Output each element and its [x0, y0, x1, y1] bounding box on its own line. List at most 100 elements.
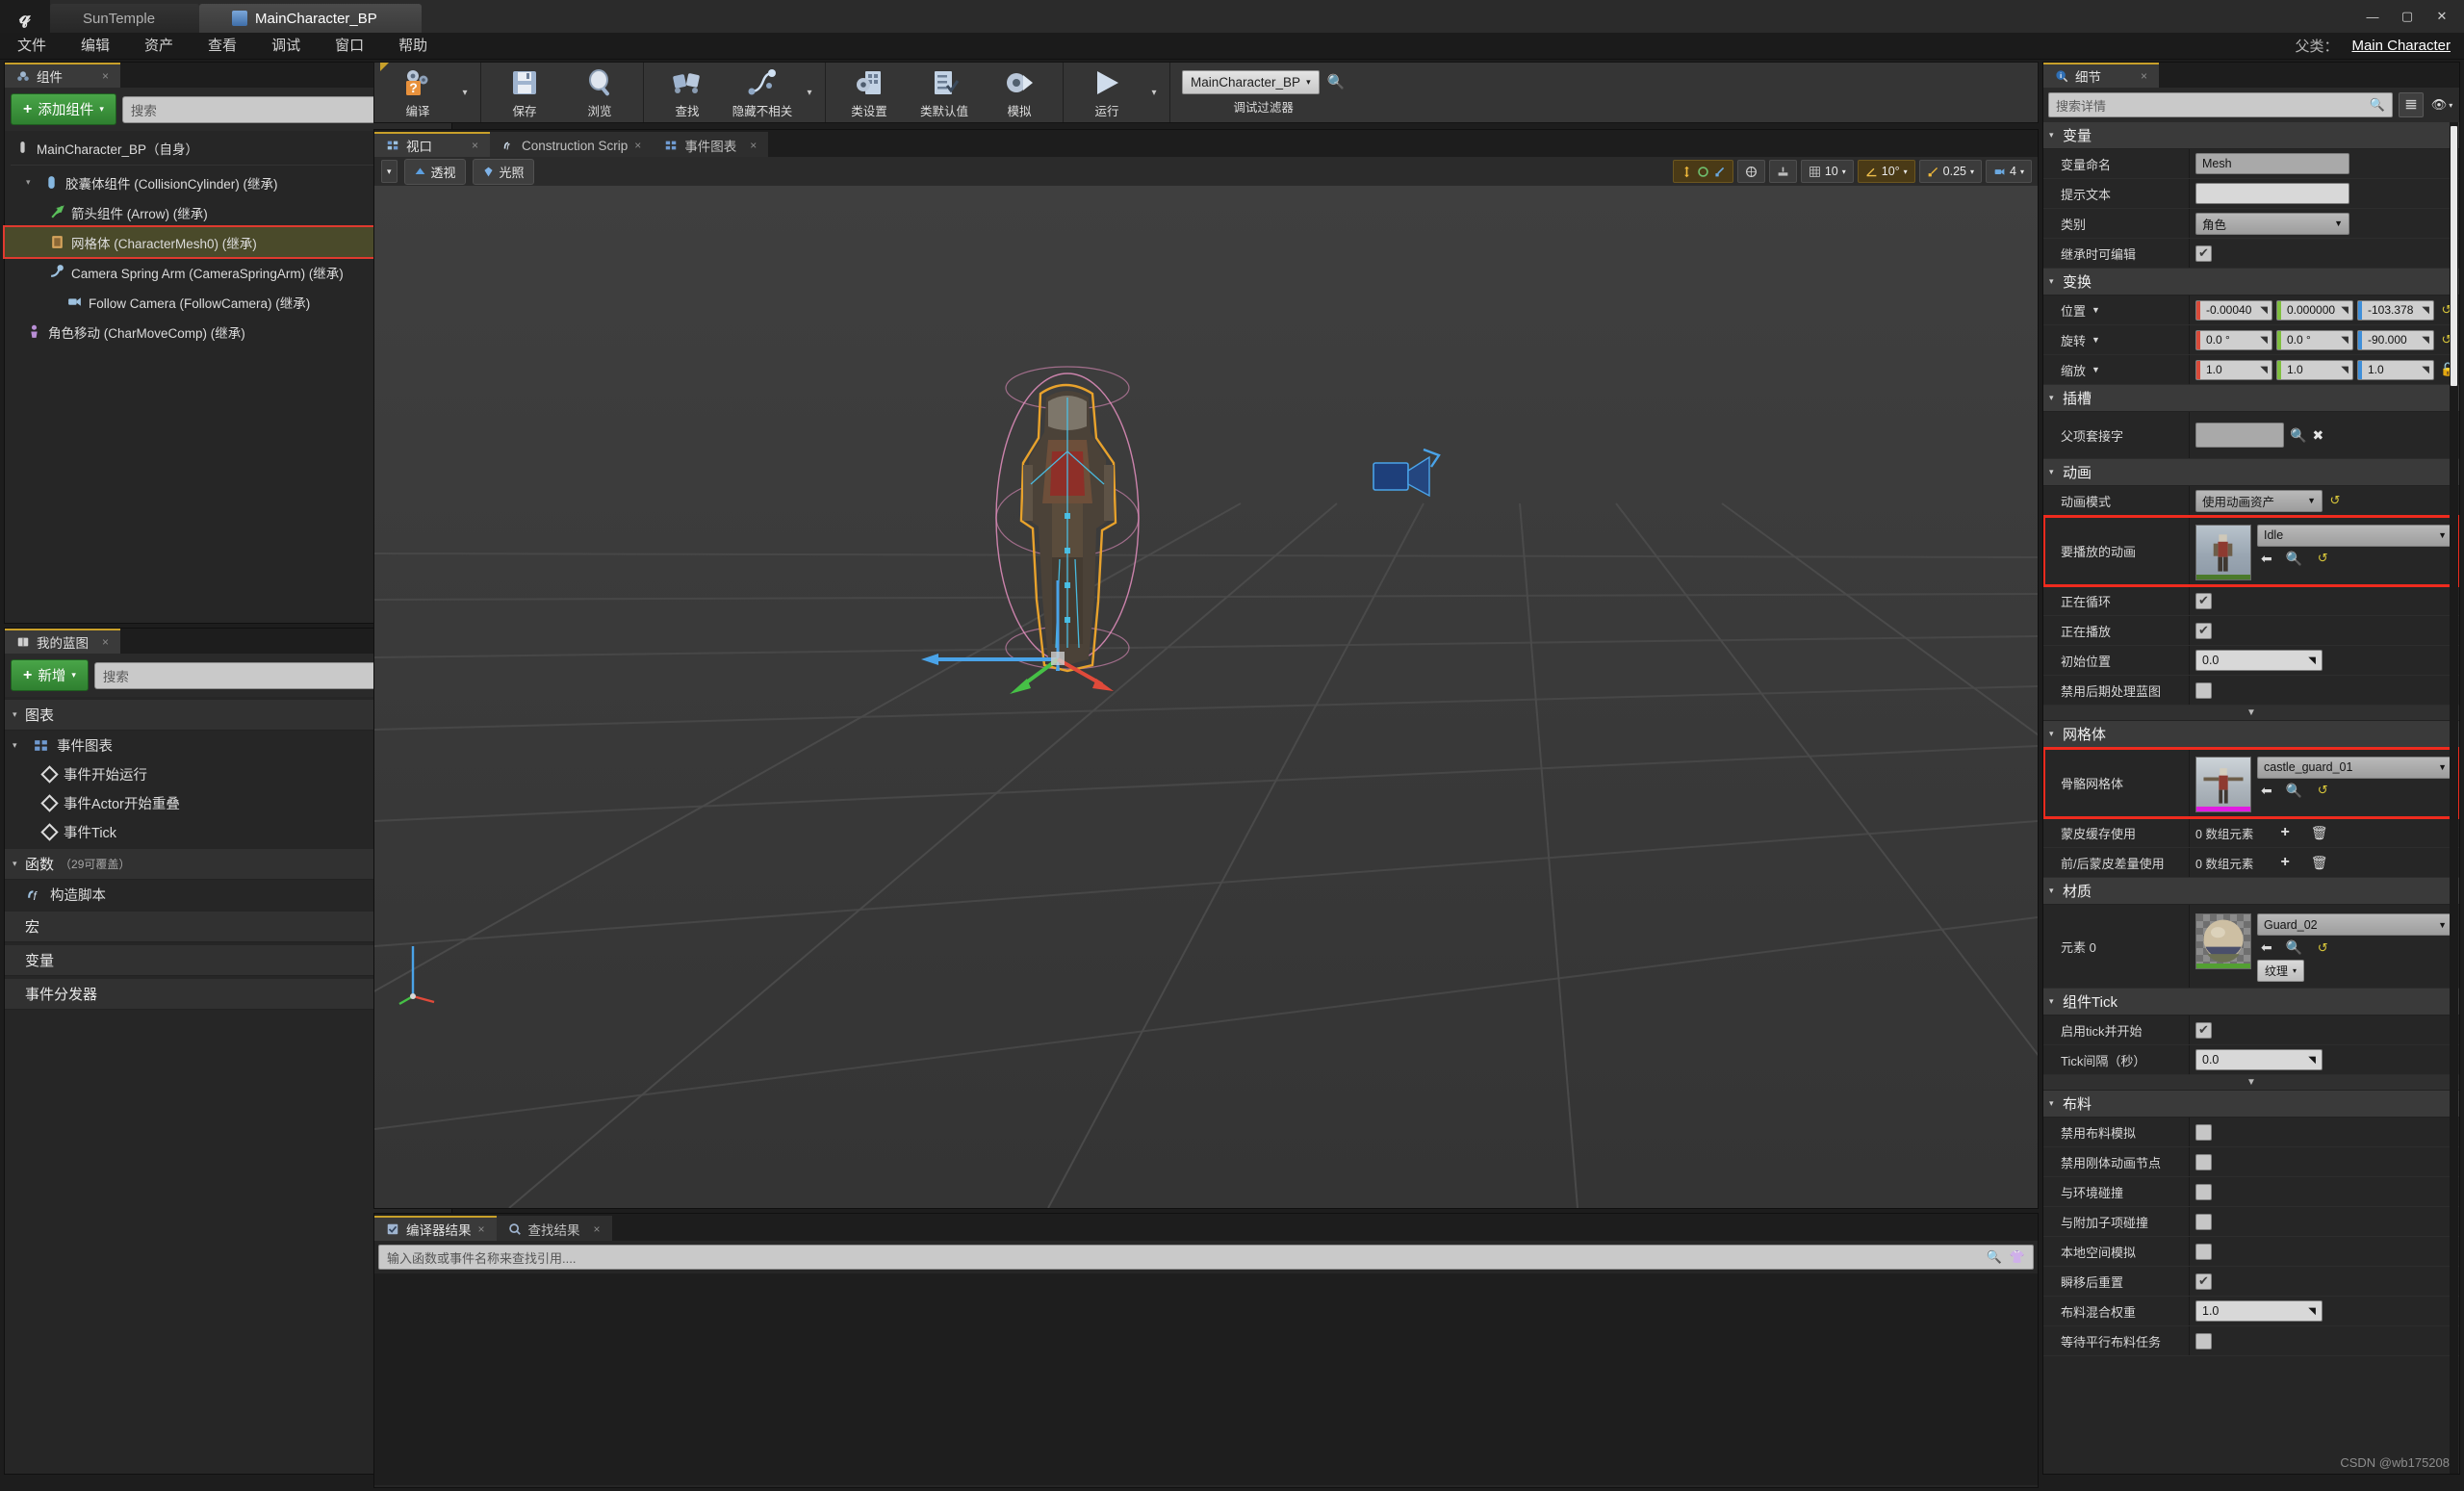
hide-unrelated-caret[interactable]: ▾ [800, 63, 819, 122]
rotation-snap-control[interactable]: 10° ▾ [1858, 160, 1915, 183]
category-mesh[interactable]: ▾ 网格体 [2043, 721, 2459, 748]
scale-snap-control[interactable]: 0.25 ▾ [1919, 160, 1982, 183]
tab-event-graph[interactable]: 事件图表 × [653, 132, 768, 157]
browse-button[interactable]: 浏览 [562, 63, 637, 122]
class-defaults-button[interactable]: 类默认值 [907, 63, 982, 122]
material-combo[interactable]: Guard_02 ▼ [2257, 913, 2453, 936]
twisty-icon[interactable]: ▾ [13, 709, 25, 720]
reset-icon[interactable]: ↺ [2316, 551, 2329, 566]
category-component-tick[interactable]: ▾ 组件Tick [2043, 989, 2459, 1015]
tab-find-results[interactable]: 查找结果 × [497, 1216, 612, 1241]
close-icon[interactable]: × [102, 69, 109, 83]
category-socket[interactable]: ▾ 插槽 [2043, 385, 2459, 412]
mesh-thumbnail[interactable] [2195, 757, 2251, 812]
parent-class-link[interactable]: Main Character [2351, 38, 2451, 54]
chevron-down-icon[interactable]: ▼ [2092, 335, 2100, 345]
maximize-icon[interactable]: ▢ [2395, 6, 2420, 27]
play-button[interactable]: 运行 [1069, 63, 1144, 122]
start-with-tick-checkbox[interactable]: ✔ [2195, 1022, 2212, 1039]
category-combo[interactable]: 角色 ▼ [2195, 213, 2349, 235]
animation-expander[interactable]: ▼ [2043, 706, 2459, 721]
browse-asset-icon[interactable]: 🔍 [2286, 783, 2302, 799]
material-thumbnail[interactable] [2195, 913, 2251, 969]
tab-my-blueprint[interactable]: 我的蓝图 × [5, 629, 120, 654]
close-icon[interactable]: × [750, 139, 757, 152]
add-array-element-icon[interactable]: + [2280, 824, 2289, 841]
transform-gizmo[interactable] [913, 542, 1164, 696]
add-new-button[interactable]: + 新增 ▾ [11, 659, 89, 691]
add-array-element-icon[interactable]: + [2280, 854, 2289, 871]
wait-parallel-cloth-checkbox[interactable]: ✔ [2195, 1333, 2212, 1350]
transform-tools-control[interactable] [1673, 160, 1733, 183]
tab-compiler-results[interactable]: 编译器结果 × [374, 1216, 497, 1241]
viewport-options-menu[interactable]: ▾ [381, 160, 398, 183]
details-search-input[interactable]: 搜索详情 🔍 [2048, 92, 2393, 117]
reset-after-teleport-checkbox[interactable]: ✔ [2195, 1273, 2212, 1290]
add-component-button[interactable]: + 添加组件 ▾ [11, 93, 116, 125]
twisty-icon[interactable]: ▾ [2049, 276, 2063, 287]
variable-name-input[interactable]: Mesh [2195, 153, 2349, 174]
search-icon[interactable]: 🔍 [1987, 1249, 2002, 1265]
use-selected-icon[interactable]: ⬅ [2261, 939, 2272, 956]
component-tick-expander[interactable]: ▼ [2043, 1075, 2459, 1091]
grid-view-icon[interactable] [2399, 92, 2424, 117]
tab-construction-script[interactable]: f Construction Scrip × [490, 132, 653, 157]
view-mode-lit[interactable]: 光照 [473, 159, 534, 185]
grid-snap-control[interactable]: 10 ▾ [1801, 160, 1854, 183]
menu-debug[interactable]: 调试 [254, 33, 318, 60]
close-icon[interactable]: ✕ [2429, 6, 2454, 27]
tab-viewport[interactable]: 视口 × [374, 132, 490, 157]
twisty-icon[interactable]: ▾ [2049, 467, 2063, 477]
menu-edit[interactable]: 编辑 [64, 33, 127, 60]
find-reference-input[interactable]: 输入函数或事件名称来查找引用.... 🔍 👚 [378, 1245, 2034, 1270]
binoculars-icon[interactable]: 👚 [2010, 1249, 2025, 1265]
use-selected-icon[interactable]: ⬅ [2261, 551, 2272, 567]
debug-filter-search-icon[interactable]: 🔍 [1327, 73, 1346, 90]
socket-clear-icon[interactable]: ✖ [2312, 427, 2323, 444]
menu-file[interactable]: 文件 [0, 33, 64, 60]
rotation-x-input[interactable]: 0.0 °◥ [2195, 330, 2272, 350]
category-materials[interactable]: ▾ 材质 [2043, 878, 2459, 905]
scale-z-input[interactable]: 1.0◥ [2357, 360, 2434, 380]
reset-icon[interactable]: ↺ [2316, 940, 2329, 956]
rotation-y-input[interactable]: 0.0 °◥ [2276, 330, 2353, 350]
minimize-icon[interactable]: — [2360, 6, 2385, 27]
close-icon[interactable]: × [594, 1222, 601, 1236]
anim-asset-combo[interactable]: Idle ▼ [2257, 525, 2453, 547]
use-selected-icon[interactable]: ⬅ [2261, 783, 2272, 799]
initial-position-input[interactable]: 0.0◥ [2195, 650, 2323, 671]
hide-unrelated-button[interactable]: 隐藏不相关 [725, 63, 800, 122]
delete-array-icon[interactable]: 🗑 [2311, 855, 2328, 871]
scene-camera-widget[interactable] [1366, 446, 1452, 513]
socket-search-icon[interactable]: 🔍 [2290, 427, 2306, 444]
twisty-icon[interactable]: ▾ [2049, 393, 2063, 403]
details-scrollbar[interactable] [2450, 122, 2458, 1474]
cloth-blend-weight-input[interactable]: 1.0◥ [2195, 1300, 2323, 1322]
menu-window[interactable]: 窗口 [318, 33, 381, 60]
twisty-icon[interactable]: ▾ [13, 740, 25, 751]
category-cloth[interactable]: ▾ 布料 [2043, 1091, 2459, 1118]
tooltip-text-input[interactable] [2195, 183, 2349, 204]
editable-on-instance-checkbox[interactable]: ✔ [2195, 245, 2212, 262]
twisty-icon[interactable]: ▾ [2049, 886, 2063, 896]
twisty-icon[interactable]: ▾ [2049, 729, 2063, 739]
reset-icon[interactable]: ↺ [2328, 493, 2342, 508]
playing-checkbox[interactable]: ✔ [2195, 623, 2212, 639]
details-scroll-area[interactable]: ▾ 变量 变量命名 Mesh 提示文本 类别 角色 ▼ 继承时可编辑 ✔ [2043, 122, 2459, 1474]
surface-snap-control[interactable] [1769, 160, 1797, 183]
compile-button[interactable]: ? 编译 [380, 63, 455, 122]
anim-thumbnail[interactable] [2195, 525, 2251, 580]
twisty-icon[interactable]: ▾ [2049, 1098, 2063, 1109]
collide-environment-checkbox[interactable]: ✔ [2195, 1184, 2212, 1200]
twisty-icon[interactable]: ▾ [2049, 996, 2063, 1007]
chevron-down-icon[interactable]: ▼ [2092, 305, 2100, 315]
compile-options-caret[interactable]: ▾ [455, 63, 475, 122]
close-icon[interactable]: × [634, 139, 641, 152]
tab-details[interactable]: i 细节 × [2043, 63, 2159, 88]
close-icon[interactable]: × [478, 1222, 485, 1236]
close-icon[interactable]: × [2141, 69, 2147, 83]
scale-x-input[interactable]: 1.0◥ [2195, 360, 2272, 380]
find-button[interactable]: 查找 [650, 63, 725, 122]
details-visibility-button[interactable]: 👁 ▾ [2429, 92, 2454, 117]
delete-array-icon[interactable]: 🗑 [2311, 825, 2328, 841]
